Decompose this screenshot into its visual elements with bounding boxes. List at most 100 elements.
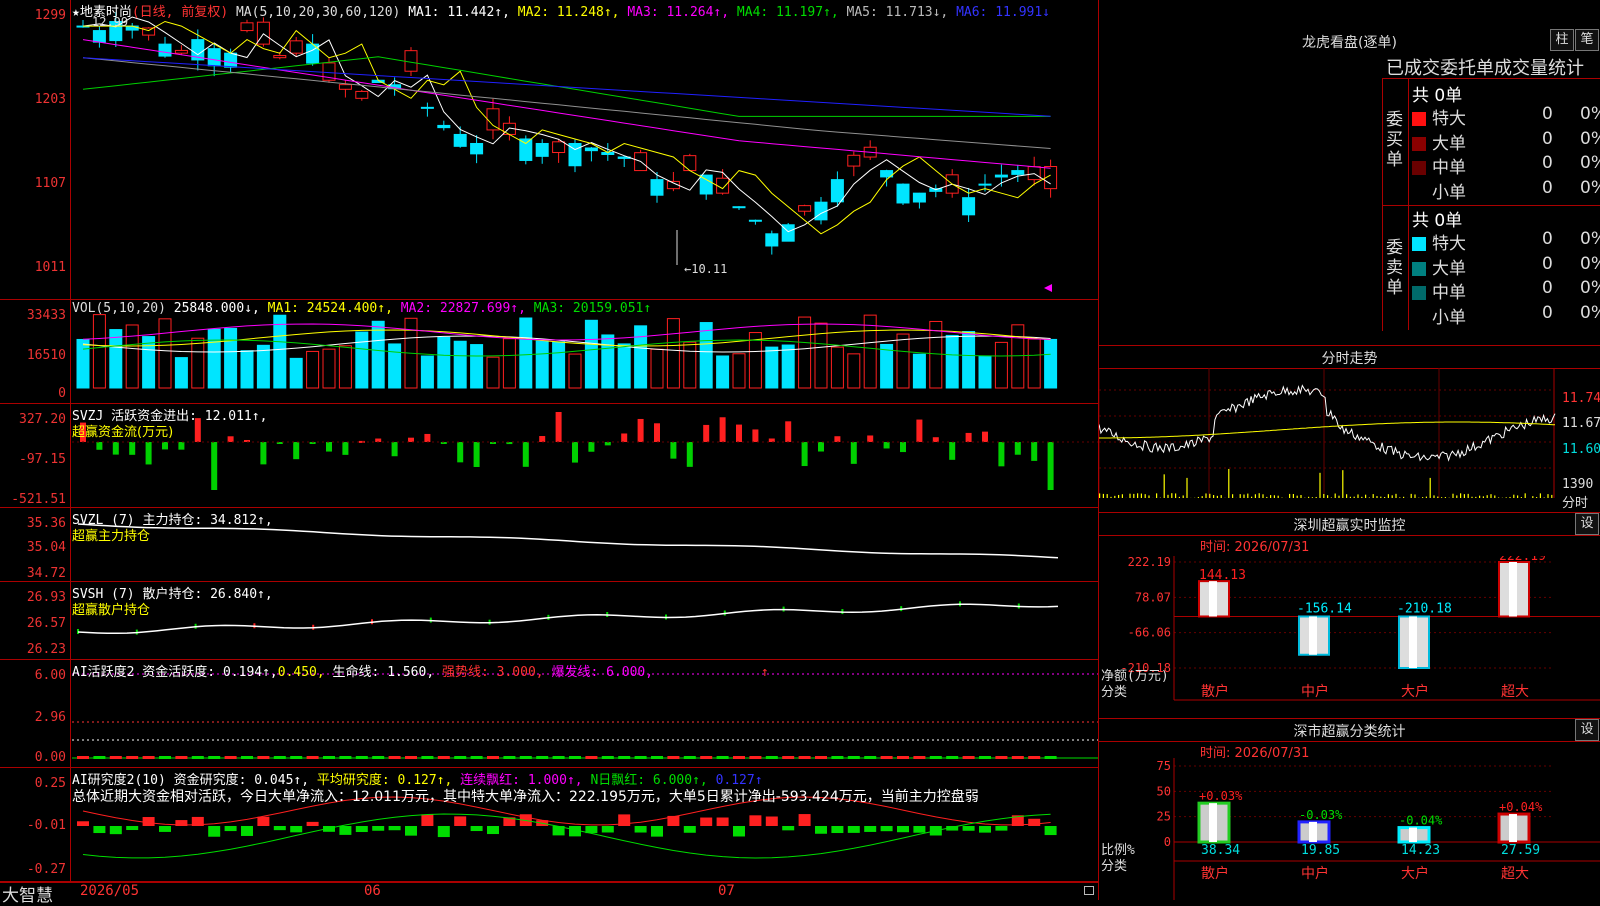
intraday-volume-bar	[1471, 497, 1472, 498]
y-axis-line	[70, 768, 71, 881]
color-swatch	[1412, 137, 1426, 151]
activity-bar	[175, 756, 187, 759]
activity-bar	[979, 756, 991, 759]
star-icon[interactable]: ★	[72, 5, 80, 20]
intraday-volume-bar	[1354, 497, 1355, 498]
y-tick: 26.93	[0, 590, 66, 605]
volume-bar	[553, 342, 565, 388]
kline-panel[interactable]: 1299 1203 1107 1011 ★地素时尚(日线, 前复权) MA(5,…	[0, 0, 1098, 300]
volume-bar	[700, 323, 712, 388]
intraday-volume-bar	[1243, 495, 1244, 498]
research-bar	[208, 826, 220, 837]
volume-bar	[1012, 325, 1024, 388]
pen-view-button[interactable]: 笔	[1575, 29, 1599, 51]
ai1-header: AI活跃度2 资金活跃度: 0.194↑,0.450, 生命线: 1.560, …	[72, 661, 769, 680]
y-tick: 0.00	[0, 750, 66, 765]
intraday-volume-bar	[1289, 494, 1290, 498]
volume-bar	[257, 345, 269, 388]
y-tick: 1011	[0, 260, 66, 275]
activity-bar	[290, 756, 302, 759]
activity-bar	[1028, 756, 1040, 759]
intraday-volume-bar	[1342, 470, 1343, 498]
vol-ma3: MA3: 20159.051↑	[534, 301, 651, 316]
y-tick: 1203	[0, 92, 66, 107]
flow-bar	[982, 432, 988, 442]
intraday-volume-bar	[1247, 494, 1248, 498]
candle-body	[553, 142, 565, 153]
volume-bar	[881, 344, 893, 388]
volume-bar	[946, 335, 958, 388]
volume-bar	[487, 357, 499, 388]
classify-y-tick: 25	[1157, 810, 1171, 824]
y-tick: 33433	[0, 308, 66, 323]
monitor-chart[interactable]: 222.1978.07-66.06-210.18144.13散户-156.14中…	[1099, 556, 1600, 716]
classify-chart[interactable]: 7550250+0.03%38.34散户-0.03%19.85中户-0.04%1…	[1099, 758, 1600, 900]
activity-bar	[339, 756, 351, 759]
classify-value-label: 38.34	[1201, 843, 1240, 858]
activity-bar	[487, 756, 499, 759]
y-axis-line	[70, 582, 71, 659]
svsh-panel[interactable]: 26.93 26.57 26.23 SVSH (7) 散户持仓: 26.840↑…	[0, 582, 1098, 660]
intraday-volume-bar	[1490, 494, 1491, 498]
intraday-y-tick: 11.74	[1562, 391, 1600, 406]
order-count: 0	[1542, 104, 1553, 124]
research-bar	[782, 826, 794, 830]
volume-bar	[1028, 339, 1040, 388]
intraday-volume-bar	[1388, 494, 1389, 498]
research-bar	[389, 826, 401, 830]
volume-bar	[241, 351, 253, 388]
intraday-volume-bar	[1335, 494, 1336, 498]
research-bar	[356, 826, 368, 832]
intraday-volume-bar	[1167, 495, 1168, 498]
activity-bar	[93, 756, 105, 759]
order-percent: 0%	[1580, 104, 1600, 124]
buy-row: 中单00%	[1412, 153, 1600, 177]
classify-category: 散户	[1201, 865, 1229, 882]
orderbook-tabs[interactable]: 已成交委托单成交量统计	[1386, 54, 1600, 80]
activity-bar	[667, 756, 679, 759]
volume-bar	[1045, 339, 1057, 388]
volume-panel[interactable]: 33433 16510 0 VOL(5,10,20) 25848.000↓, M…	[0, 300, 1098, 404]
candle-body	[405, 51, 417, 72]
lock-icon[interactable]	[1084, 886, 1094, 895]
candle-body	[897, 184, 909, 203]
candle-body	[1012, 171, 1024, 175]
svzj-panel[interactable]: 327.20 -97.15 -521.51 SVZJ 活跃资金进出: 12.01…	[0, 404, 1098, 508]
bar-view-button[interactable]: 柱	[1550, 29, 1574, 51]
monitor-settings-button[interactable]: 设	[1575, 513, 1599, 535]
volume-bar	[585, 320, 597, 388]
flow-bar	[867, 435, 873, 442]
flow-bar	[916, 420, 922, 442]
candle-body	[471, 143, 483, 153]
ai-research-panel[interactable]: 0.25 -0.01 -0.27 AI研究度2(10) 资金研究度: 0.045…	[0, 768, 1098, 882]
intraday-volume-bar	[1278, 496, 1279, 498]
intraday-volume-bar	[1251, 497, 1252, 498]
candle-body	[290, 41, 302, 53]
candle-body	[700, 175, 712, 194]
kline-chart[interactable]	[72, 0, 1098, 300]
candle-body	[536, 143, 548, 156]
research-bar	[815, 826, 827, 834]
intraday-volume-bar	[1270, 495, 1271, 498]
flow-bar	[556, 412, 562, 442]
flow-bar	[539, 436, 545, 442]
intraday-volume-bar	[1118, 495, 1119, 498]
candle-body	[487, 109, 499, 130]
classify-value-label: 27.59	[1501, 843, 1540, 858]
volume-bar	[421, 356, 433, 388]
intraday-price-line	[1099, 386, 1555, 461]
research-bar	[454, 816, 466, 826]
ai-activity-panel[interactable]: 6.00 2.96 0.00 AI活跃度2 资金活跃度: 0.194↑,0.45…	[0, 660, 1098, 768]
intraday-chart[interactable]	[1099, 368, 1600, 510]
intraday-volume-bar	[1376, 496, 1377, 498]
color-swatch	[1412, 112, 1426, 126]
candle-body	[175, 50, 187, 53]
svzl-panel[interactable]: 35.36 35.04 34.72 SVZL (7) 主力持仓: 34.812↑…	[0, 508, 1098, 582]
research-bar	[405, 826, 417, 836]
classify-settings-button[interactable]: 设	[1575, 719, 1599, 741]
flow-bar	[998, 442, 1004, 466]
volume-bar	[569, 354, 581, 388]
ai1-strong: 强势线: 3.000,	[442, 665, 544, 680]
sell-row: 小单00%	[1412, 303, 1600, 327]
research-bar	[93, 826, 105, 833]
